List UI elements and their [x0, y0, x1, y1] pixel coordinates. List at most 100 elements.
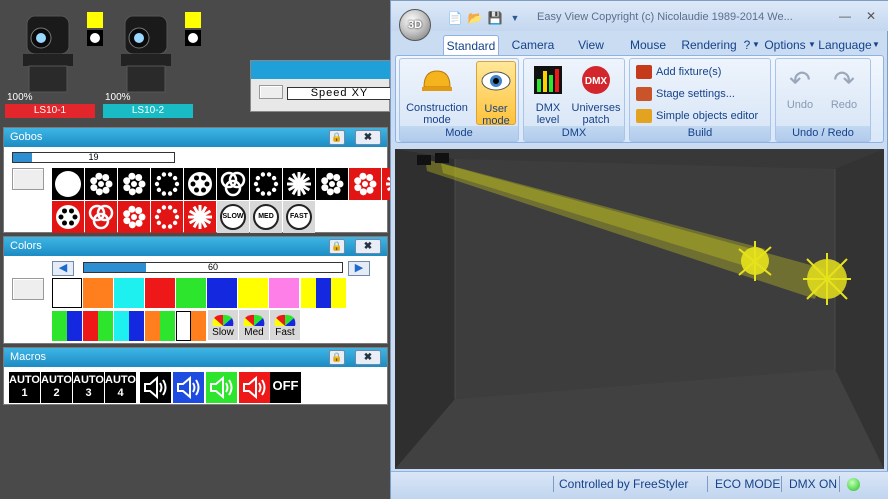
color-swatch[interactable]	[83, 311, 98, 341]
tab-language[interactable]: Language	[817, 35, 873, 55]
color-swatch[interactable]	[145, 311, 160, 341]
close-icon[interactable]: ✖	[355, 239, 381, 254]
color-slider[interactable]: 60	[83, 262, 343, 273]
color-next-button[interactable]: ▶	[348, 261, 370, 276]
redo-button[interactable]: ↷ Redo	[824, 61, 864, 125]
gobo-slider[interactable]: 19	[12, 152, 175, 163]
gobo-speed-fast-button[interactable]: FAST	[283, 201, 315, 233]
fixture-ls10-1[interactable]: 100% LS10-1	[5, 12, 103, 122]
construction-mode-button[interactable]: Construction mode	[402, 61, 472, 126]
color-swatch[interactable]	[98, 311, 113, 341]
color-swatch[interactable]	[67, 311, 82, 341]
gobo-dots-red-icon[interactable]	[151, 201, 183, 233]
auto-3-button[interactable]: AUTO 3	[73, 372, 104, 403]
tab-rendering[interactable]: Rendering	[679, 35, 739, 55]
color-speed-slow-button[interactable]: Slow	[208, 310, 238, 340]
gobo-star-red-icon[interactable]	[184, 201, 216, 233]
auto-4-button[interactable]: AUTO 4	[105, 372, 136, 403]
tab-help-arrow[interactable]: ▼	[751, 35, 761, 55]
gobo-star-icon[interactable]	[283, 168, 315, 200]
status-separator	[839, 476, 840, 492]
gobo-flower-icon[interactable]	[316, 168, 348, 200]
color-swatch[interactable]	[316, 278, 331, 308]
save-icon[interactable]: 💾	[487, 10, 503, 26]
gobo-speed-slow-button[interactable]: SLOW	[217, 201, 249, 233]
tab-standard[interactable]: Standard t	[443, 35, 499, 55]
gobo-spark-icon[interactable]	[349, 168, 381, 200]
color-prev-button[interactable]: ◀	[52, 261, 74, 276]
gobo-holes-icon[interactable]	[184, 168, 216, 200]
group-build: Add fixture(s) Stage settings... Simple …	[629, 58, 771, 142]
gobo-holes-red-icon[interactable]	[52, 201, 84, 233]
stage-icon	[636, 87, 652, 102]
speed-reset-button[interactable]	[259, 85, 283, 99]
open-folder-icon[interactable]: 📂	[467, 10, 483, 26]
dmx-level-button[interactable]: DMX level	[528, 61, 568, 126]
color-swatch[interactable]	[160, 311, 175, 341]
macro-label: AUTO	[9, 374, 40, 386]
tab-options[interactable]: Options	[761, 35, 809, 55]
add-fixture-button[interactable]: Add fixture(s)	[636, 62, 721, 82]
sound-macro-button[interactable]	[173, 372, 204, 403]
color-swatch[interactable]	[52, 311, 67, 341]
speed-xy-slider[interactable]: Speed XY	[287, 87, 391, 100]
fixture-ls10-2[interactable]: 100% LS10-2	[103, 12, 201, 122]
color-swatch[interactable]	[176, 278, 206, 308]
tab-options-arrow[interactable]: ▼	[807, 35, 817, 55]
color-swatch[interactable]	[301, 278, 316, 308]
tab-camera[interactable]: Camera	[509, 35, 557, 55]
color-swatch[interactable]	[52, 278, 82, 308]
undo-button[interactable]: ↶ Undo	[780, 61, 820, 125]
gobo-triangle-red-icon[interactable]	[85, 201, 117, 233]
lock-icon[interactable]: 🔒	[329, 130, 345, 145]
close-window-icon[interactable]: ✕	[861, 9, 881, 25]
lock-icon[interactable]: 🔒	[329, 239, 345, 254]
color-swatch[interactable]	[269, 278, 299, 308]
gobo-splash2-icon[interactable]	[118, 168, 150, 200]
minimize-icon[interactable]: —	[835, 9, 855, 25]
gobo-open-button[interactable]	[12, 168, 44, 190]
user-mode-button[interactable]: User mode	[476, 61, 516, 127]
tab-view[interactable]: View	[571, 35, 611, 55]
gobo-splash-red-icon[interactable]	[118, 201, 150, 233]
close-icon[interactable]: ✖	[355, 130, 381, 145]
color-swatch[interactable]	[83, 278, 113, 308]
sound-macro-button[interactable]	[206, 372, 237, 403]
color-swatch-white[interactable]	[176, 311, 191, 341]
auto-1-button[interactable]: AUTO 1	[9, 372, 40, 403]
gobo-dots-icon[interactable]	[151, 168, 183, 200]
new-file-icon[interactable]: 📄	[447, 10, 463, 26]
color-swatch[interactable]	[191, 311, 206, 341]
gobo-triangle-icon[interactable]	[217, 168, 249, 200]
customize-icon[interactable]: ▼	[507, 10, 523, 26]
color-swatch[interactable]	[145, 278, 175, 308]
color-swatch[interactable]	[114, 311, 129, 341]
3d-viewport[interactable]	[395, 149, 884, 469]
color-swatch[interactable]	[238, 278, 268, 308]
universes-patch-button[interactable]: DMX Universes patch	[570, 61, 622, 126]
color-swatch[interactable]	[331, 278, 346, 308]
color-speed-fast-button[interactable]: Fast	[270, 310, 300, 340]
auto-2-button[interactable]: AUTO 2	[41, 372, 72, 403]
gobo-speed-med-button[interactable]: MED	[250, 201, 282, 233]
simple-objects-editor-button[interactable]: Simple objects editor	[636, 106, 758, 126]
dmx-led-icon	[847, 478, 860, 491]
off-button[interactable]: OFF	[270, 372, 301, 403]
gobo-ring-icon[interactable]	[250, 168, 282, 200]
sound-macro-button[interactable]	[239, 372, 270, 403]
color-swatch[interactable]	[129, 311, 144, 341]
button-label: Construction mode	[406, 102, 468, 126]
gobo-splash-icon[interactable]	[85, 168, 117, 200]
sound-macro-button[interactable]	[140, 372, 171, 403]
tab-language-arrow[interactable]: ▼	[871, 35, 881, 55]
close-icon[interactable]: ✖	[355, 350, 381, 365]
gobo-open-icon[interactable]	[52, 168, 84, 200]
lock-icon[interactable]: 🔒	[329, 350, 345, 365]
color-speed-med-button[interactable]: Med	[239, 310, 269, 340]
color-swatch[interactable]	[207, 278, 237, 308]
fixture-dimmer: 100%	[7, 92, 33, 103]
color-swatch[interactable]	[114, 278, 144, 308]
color-open-button[interactable]	[12, 278, 44, 300]
stage-settings-button[interactable]: Stage settings...	[636, 84, 735, 104]
tab-mouse[interactable]: Mouse	[626, 35, 670, 55]
